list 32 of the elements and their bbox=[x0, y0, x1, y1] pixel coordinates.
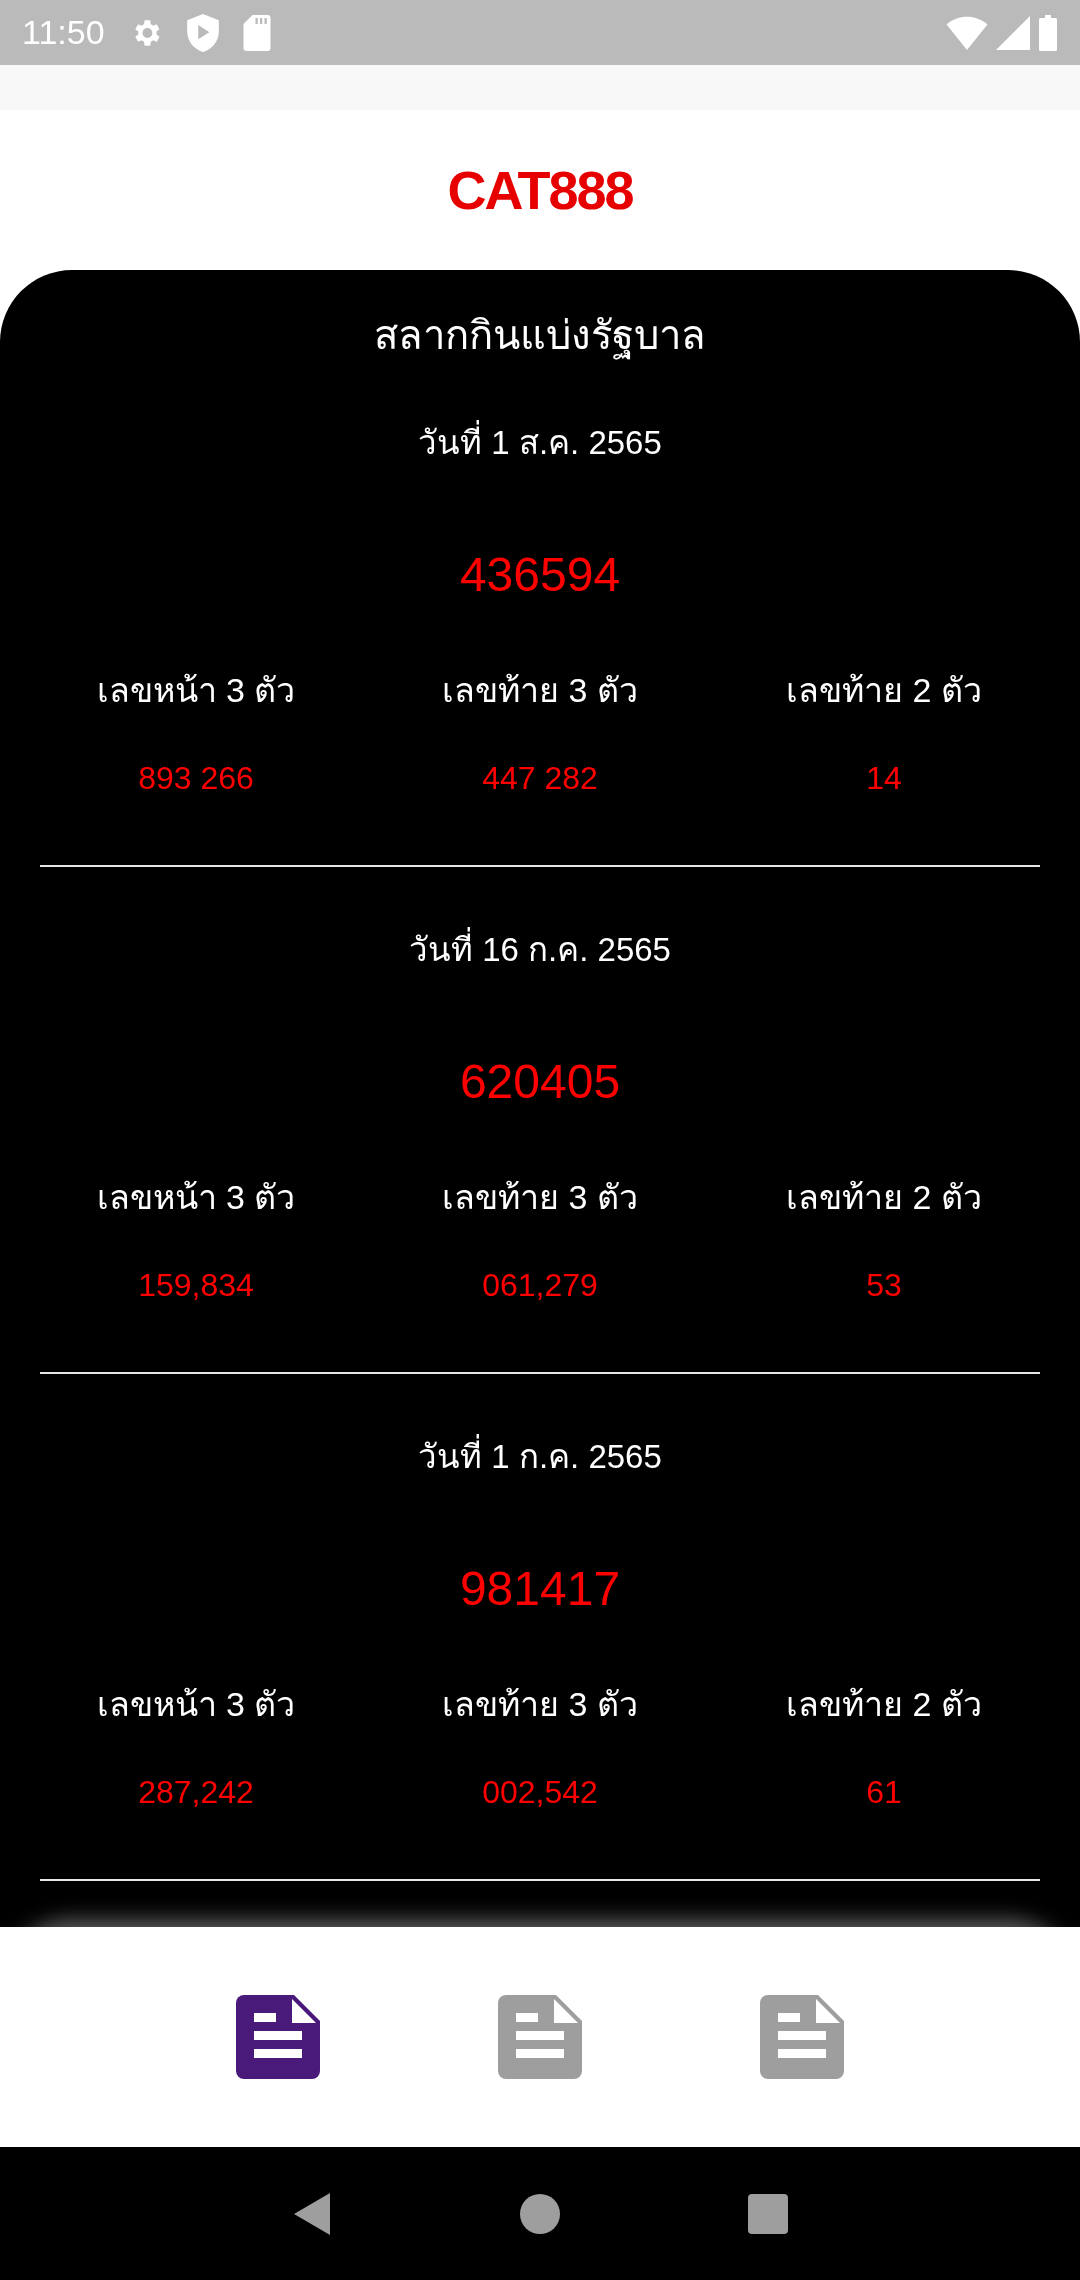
prize-label: เลขหน้า 3 ตัว bbox=[96, 1177, 296, 1218]
recents-icon bbox=[748, 2193, 788, 2234]
document-tab[interactable] bbox=[236, 1995, 320, 2079]
shield-play-icon bbox=[186, 13, 219, 52]
signal-icon bbox=[996, 15, 1030, 50]
home-icon bbox=[520, 2193, 560, 2234]
prize-number: 893 266 bbox=[138, 759, 254, 798]
first-prize-number: 620405 bbox=[459, 1055, 621, 1108]
prize-label: เลขท้าย 2 ตัว bbox=[786, 1177, 982, 1218]
prize-number: 447 282 bbox=[482, 759, 598, 798]
status-time: 11:50 bbox=[22, 12, 105, 53]
prize-number: 61 bbox=[866, 1773, 902, 1812]
prize-label: เลขท้าย 2 ตัว bbox=[786, 670, 982, 711]
prize-label: เลขท้าย 3 ตัว bbox=[442, 1684, 638, 1725]
battery-icon bbox=[1038, 14, 1058, 51]
prize-number: 061,279 bbox=[482, 1266, 598, 1305]
app-title: CAT888 bbox=[447, 158, 633, 222]
back-icon bbox=[292, 2190, 332, 2237]
prize-number: 159,834 bbox=[138, 1266, 254, 1305]
prize-number: 14 bbox=[866, 759, 902, 798]
prize-number: 002,542 bbox=[482, 1773, 598, 1812]
prize-number: 53 bbox=[866, 1266, 902, 1305]
sd-card-icon bbox=[242, 14, 271, 51]
prize-label: เลขหน้า 3 ตัว bbox=[96, 670, 296, 711]
prize-label: เลขหน้า 3 ตัว bbox=[96, 1684, 296, 1725]
prize-number: 287,242 bbox=[138, 1773, 254, 1812]
prize-label: เลขท้าย 3 ตัว bbox=[442, 1177, 638, 1218]
first-prize-number: 981417 bbox=[459, 1562, 621, 1615]
prize-label: เลขท้าย 2 ตัว bbox=[786, 1684, 982, 1725]
first-prize-number: 436594 bbox=[459, 548, 621, 601]
wifi-icon bbox=[946, 15, 988, 50]
prize-label: เลขท้าย 3 ตัว bbox=[442, 670, 638, 711]
